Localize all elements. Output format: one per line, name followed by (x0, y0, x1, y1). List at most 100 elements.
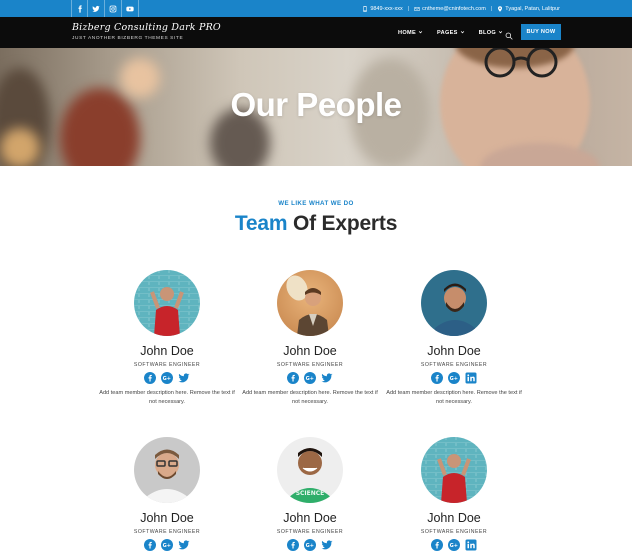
facebook-link[interactable] (287, 372, 299, 384)
brand-logo[interactable]: Bizberg Consulting Dark PRO JUST ANOTHER… (72, 22, 221, 41)
linkedin-link[interactable] (465, 372, 477, 384)
team-member-photo (421, 270, 487, 336)
facebook-link[interactable] (431, 372, 443, 384)
team-member-socials: G+ (97, 539, 237, 551)
email-icon (414, 6, 420, 11)
search-icon (505, 32, 513, 40)
facebook-icon (144, 539, 156, 551)
search-button[interactable] (505, 27, 515, 40)
chevron-down-icon (498, 31, 503, 34)
section-title: Team Of Experts (0, 212, 632, 236)
phone-contact[interactable]: 9849-xxx-xxx (362, 5, 403, 12)
youtube-icon (126, 6, 134, 11)
team-member-role: SOFTWARE ENGINEER (133, 529, 201, 535)
hero-person-glasses (484, 48, 558, 78)
contact-separator: | (490, 5, 493, 12)
hero-banner: Our People (0, 48, 632, 166)
twitter-icon (321, 540, 333, 550)
buy-now-button[interactable]: BUY NOW (521, 24, 561, 40)
team-member-socials: G+ (240, 372, 380, 384)
google-plus-link[interactable]: G+ (304, 372, 316, 384)
top-contact-info: 9849-xxx-xxx | cntheme@cninfotech.com | … (362, 0, 560, 17)
twitter-icon (178, 540, 190, 550)
hero-title: Our People (230, 86, 402, 123)
google-plus-icon: G+ (161, 539, 173, 551)
nav-item-blog[interactable]: BLOG (479, 30, 503, 36)
team-member-photo: SCIENCE (277, 437, 343, 503)
team-member-socials: G+ (384, 539, 524, 551)
section-eyebrow: WE LIKE WHAT WE DO (278, 200, 354, 207)
twitter-icon (321, 373, 333, 383)
team-member-role: SOFTWARE ENGINEER (420, 362, 488, 368)
youtube-link[interactable] (122, 0, 139, 17)
facebook-icon (431, 539, 443, 551)
svg-text:SCIENCE: SCIENCE (296, 490, 325, 497)
team-member-photo (134, 270, 200, 336)
twitter-icon (178, 373, 190, 383)
team-member-description: Add team member description here. Remove… (386, 390, 522, 405)
twitter-link[interactable] (178, 539, 190, 551)
team-member-role: SOFTWARE ENGINEER (276, 529, 344, 535)
email-address: cntheme@cninfotech.com (422, 5, 486, 12)
team-member-photo (421, 437, 487, 503)
svg-text:G+: G+ (450, 543, 458, 549)
nav-item-pages[interactable]: PAGES (437, 30, 465, 36)
google-plus-link[interactable]: G+ (448, 539, 460, 551)
team-member-card: John Doe SOFTWARE ENGINEER G+ Add team m… (384, 270, 524, 406)
google-plus-link[interactable]: G+ (161, 539, 173, 551)
instagram-link[interactable] (105, 0, 122, 17)
svg-text:G+: G+ (450, 376, 458, 382)
section-title-highlight: Team (234, 212, 288, 235)
facebook-link[interactable] (144, 372, 156, 384)
twitter-link[interactable] (321, 539, 333, 551)
google-plus-icon: G+ (161, 372, 173, 384)
twitter-link[interactable] (321, 372, 333, 384)
location-contact: Tyagal, Patan, Lalitpur (497, 6, 560, 12)
team-member-name: John Doe (283, 511, 337, 525)
google-plus-icon: G+ (448, 539, 460, 551)
google-plus-icon: G+ (448, 372, 460, 384)
svg-text:G+: G+ (306, 376, 314, 382)
team-member-card: John Doe SOFTWARE ENGINEER G+ Add team m… (97, 270, 237, 406)
phone-icon (363, 5, 368, 12)
facebook-link[interactable] (144, 539, 156, 551)
team-member-photo (134, 437, 200, 503)
hero-background-photo (0, 128, 40, 166)
team-member-photo (277, 270, 343, 336)
google-plus-icon: G+ (304, 372, 316, 384)
team-member-role: SOFTWARE ENGINEER (276, 362, 344, 368)
google-plus-icon: G+ (304, 539, 316, 551)
google-plus-link[interactable]: G+ (448, 372, 460, 384)
google-plus-link[interactable]: G+ (304, 539, 316, 551)
chevron-down-icon (418, 31, 423, 34)
google-plus-link[interactable]: G+ (161, 372, 173, 384)
team-member-card: John Doe SOFTWARE ENGINEER G+ Add team m… (240, 270, 380, 406)
facebook-icon (287, 372, 299, 384)
team-member-socials: G+ (97, 372, 237, 384)
facebook-link[interactable] (431, 539, 443, 551)
team-member-socials: G+ (240, 539, 380, 551)
contact-separator: | (407, 5, 410, 12)
nav-item-home[interactable]: HOME (398, 30, 423, 36)
brand-tagline: JUST ANOTHER BIZBERG THEMES SITE (72, 36, 184, 41)
site-header: Bizberg Consulting Dark PRO JUST ANOTHER… (0, 17, 632, 48)
team-member-description: Add team member description here. Remove… (99, 390, 235, 405)
team-member-role: SOFTWARE ENGINEER (420, 529, 488, 535)
linkedin-link[interactable] (465, 539, 477, 551)
facebook-icon (287, 539, 299, 551)
team-member-name: John Doe (140, 344, 194, 358)
team-member-socials: G+ (384, 372, 524, 384)
nav-item-label: HOME (398, 29, 416, 36)
facebook-link[interactable] (287, 539, 299, 551)
team-member-description: Add team member description here. Remove… (242, 390, 378, 405)
nav-item-label: PAGES (436, 29, 458, 36)
twitter-link[interactable] (88, 0, 105, 17)
email-contact[interactable]: cntheme@cninfotech.com (414, 6, 486, 12)
svg-text:G+: G+ (163, 543, 171, 549)
facebook-link[interactable] (71, 0, 88, 17)
twitter-icon (92, 5, 100, 12)
twitter-link[interactable] (178, 372, 190, 384)
team-member-card: John Doe SOFTWARE ENGINEER G+ (97, 437, 237, 551)
team-member-name: John Doe (140, 511, 194, 525)
team-member-name: John Doe (427, 344, 481, 358)
